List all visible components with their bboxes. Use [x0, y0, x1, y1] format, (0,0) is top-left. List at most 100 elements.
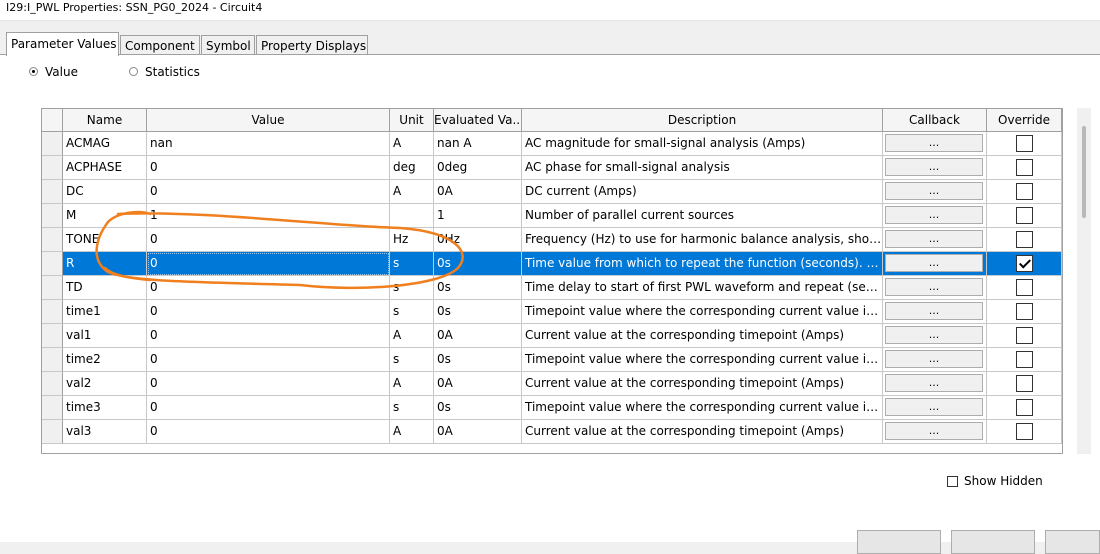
cell-name[interactable]: time3 [63, 396, 147, 420]
tab-property-displays[interactable]: Property Displays [256, 35, 368, 55]
table-row[interactable]: M 1 1 Number of parallel current sources... [42, 204, 1062, 228]
cell-value[interactable]: 0 [147, 420, 390, 444]
callback-button[interactable]: ... [885, 422, 983, 440]
ok-button[interactable] [857, 530, 941, 554]
callback-button[interactable]: ... [885, 206, 983, 224]
cell-unit[interactable]: A [390, 132, 434, 156]
override-checkbox[interactable] [1016, 255, 1033, 272]
cell-unit[interactable]: s [390, 276, 434, 300]
column-header-evaluated[interactable]: Evaluated Va... [434, 109, 522, 132]
table-row[interactable]: ACMAG nan Anan A AC magnitude for small-sig… [42, 132, 1062, 156]
row-header[interactable] [42, 180, 63, 204]
row-header[interactable] [42, 228, 63, 252]
cell-name[interactable]: R [63, 252, 147, 276]
table-row[interactable]: ACPHASE 0 deg 0deg AC phase for small-signal… [42, 156, 1062, 180]
callback-button[interactable]: ... [885, 302, 983, 320]
cell-name[interactable]: TD [63, 276, 147, 300]
cell-unit[interactable] [390, 204, 434, 228]
cell-value[interactable]: 0 [147, 180, 390, 204]
cell-name[interactable]: val3 [63, 420, 147, 444]
column-header-value[interactable]: Value [147, 109, 390, 132]
override-checkbox[interactable] [1016, 303, 1033, 320]
cell-unit[interactable]: s [390, 396, 434, 420]
table-row[interactable]: val3 0 A 0A Current value at the correspondi… [42, 420, 1062, 444]
callback-button[interactable]: ... [885, 398, 983, 416]
override-checkbox[interactable] [1016, 327, 1033, 344]
table-row[interactable]: time3 0 s 0s Timepoint value where the corre… [42, 396, 1062, 420]
override-checkbox[interactable] [1016, 231, 1033, 248]
row-header[interactable] [42, 324, 63, 348]
cell-name[interactable]: DC [63, 180, 147, 204]
cell-value[interactable]: 0 [147, 396, 390, 420]
cell-name[interactable]: time2 [63, 348, 147, 372]
cell-name[interactable]: time1 [63, 300, 147, 324]
override-checkbox[interactable] [1016, 183, 1033, 200]
cell-unit[interactable]: A [390, 180, 434, 204]
column-header-override[interactable]: Override [987, 109, 1062, 132]
cell-value[interactable]: 0 [147, 372, 390, 396]
override-checkbox[interactable] [1016, 135, 1033, 152]
cancel-button[interactable] [951, 530, 1035, 554]
cell-value[interactable]: 0 [147, 348, 390, 372]
cell-value[interactable]: nan [147, 132, 390, 156]
scrollbar-thumb[interactable] [1082, 126, 1086, 218]
row-header[interactable] [42, 276, 63, 300]
row-header[interactable] [42, 348, 63, 372]
cell-unit[interactable]: s [390, 252, 434, 276]
row-header[interactable] [42, 252, 63, 276]
cell-value[interactable]: 1 [147, 204, 390, 228]
row-header[interactable] [42, 204, 63, 228]
table-row[interactable]: val2 0 A 0A Current value at the correspondi… [42, 372, 1062, 396]
row-header[interactable] [42, 372, 63, 396]
override-checkbox[interactable] [1016, 279, 1033, 296]
cell-value[interactable]: 0 [147, 276, 390, 300]
override-checkbox[interactable] [1016, 351, 1033, 368]
column-header-description[interactable]: Description [522, 109, 883, 132]
callback-button[interactable]: ... [885, 350, 983, 368]
cell-value[interactable]: 0 [147, 252, 390, 276]
table-row[interactable]: TD 0 s 0s Time delay to start of first PWL w… [42, 276, 1062, 300]
cell-unit[interactable]: s [390, 300, 434, 324]
tab-symbol[interactable]: Symbol [201, 35, 255, 55]
row-header[interactable] [42, 396, 63, 420]
cell-unit[interactable]: deg [390, 156, 434, 180]
callback-button[interactable]: ... [885, 230, 983, 248]
callback-button[interactable]: ... [885, 158, 983, 176]
cell-unit[interactable]: A [390, 372, 434, 396]
cell-name[interactable]: val2 [63, 372, 147, 396]
override-checkbox[interactable] [1016, 423, 1033, 440]
override-checkbox[interactable] [1016, 159, 1033, 176]
table-row[interactable]: TONE 0 Hz 0Hz Frequency (Hz) to use for harm… [42, 228, 1062, 252]
table-row[interactable]: R 0 s 0s Time value from which to repeat the… [42, 252, 1062, 276]
statistics-radio[interactable]: Statistics [129, 65, 209, 81]
table-row[interactable]: val1 0 A 0A Current value at the correspondi… [42, 324, 1062, 348]
table-row[interactable]: time2 0 s 0s Timepoint value where the corre… [42, 348, 1062, 372]
apply-button[interactable] [1045, 530, 1100, 554]
column-header-callback[interactable]: Callback [883, 109, 987, 132]
cell-value[interactable]: 0 [147, 228, 390, 252]
column-header-unit[interactable]: Unit [390, 109, 434, 132]
cell-unit[interactable]: Hz [390, 228, 434, 252]
row-header[interactable] [42, 156, 63, 180]
row-header[interactable] [42, 420, 63, 444]
cell-unit[interactable]: A [390, 324, 434, 348]
show-hidden-box[interactable] [947, 476, 958, 487]
column-header-name[interactable]: Name [63, 109, 147, 132]
cell-value[interactable]: 0 [147, 300, 390, 324]
callback-button[interactable]: ... [885, 182, 983, 200]
cell-name[interactable]: val1 [63, 324, 147, 348]
table-row[interactable]: time1 0 s 0s Timepoint value where the corre… [42, 300, 1062, 324]
cell-value[interactable]: 0 [147, 324, 390, 348]
value-radio[interactable]: Value [29, 65, 89, 81]
callback-button[interactable]: ... [885, 326, 983, 344]
cell-name[interactable]: ACPHASE [63, 156, 147, 180]
cell-name[interactable]: TONE [63, 228, 147, 252]
override-checkbox[interactable] [1016, 399, 1033, 416]
parameter-grid[interactable]: Name Value Unit Evaluated Va... Descript… [41, 108, 1063, 454]
cell-name[interactable]: ACMAG [63, 132, 147, 156]
cell-unit[interactable]: A [390, 420, 434, 444]
tab-parameter-values[interactable]: Parameter Values [6, 32, 119, 56]
grid-vertical-scrollbar[interactable] [1077, 108, 1091, 454]
callback-button[interactable]: ... [885, 374, 983, 392]
cell-unit[interactable]: s [390, 348, 434, 372]
